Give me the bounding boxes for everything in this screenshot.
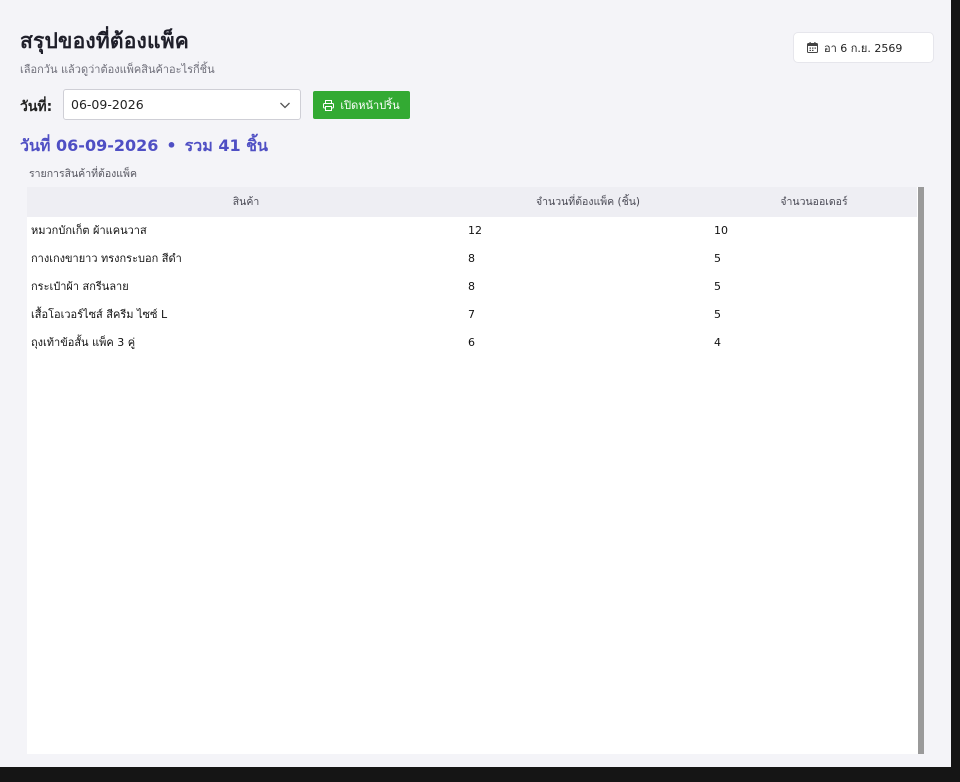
current-date-chip: อา 6 ก.ย. 2569	[793, 32, 934, 63]
current-date-text: อา 6 ก.ย. 2569	[824, 41, 903, 55]
table-header: สินค้า จำนวนที่ต้องแพ็ค (ชิ้น) จำนวนออเด…	[27, 187, 917, 217]
table-row[interactable]: หมวกบักเก็ต ผ้าแคนวาส 12 10	[27, 217, 917, 245]
summary-date: วันที่ 06-09-2026	[20, 136, 159, 155]
column-header-product[interactable]: สินค้า	[27, 187, 465, 217]
packing-table: สินค้า จำนวนที่ต้องแพ็ค (ชิ้น) จำนวนออเด…	[27, 187, 924, 754]
summary-heading: วันที่ 06-09-2026 • รวม 41 ชิ้น	[20, 134, 268, 159]
app-window: สรุปของที่ต้องแพ็ค เลือกวัน แล้วดูว่าต้อ…	[0, 0, 951, 767]
product-cell: ถุงเท้าข้อสั้น แพ็ค 3 คู่	[31, 336, 136, 349]
qty-cell: 8	[468, 252, 475, 265]
qty-cell: 6	[468, 336, 475, 349]
printer-icon	[323, 99, 335, 111]
calendar-icon	[807, 42, 818, 53]
date-select[interactable]: 06-09-2026	[63, 89, 301, 120]
table-body: หมวกบักเก็ต ผ้าแคนวาส 12 10 กางเกงขายาว …	[27, 217, 917, 357]
open-print-page-button[interactable]: เปิดหน้าปริ้น	[313, 91, 410, 119]
orders-cell: 5	[714, 252, 721, 265]
page-title: สรุปของที่ต้องแพ็ค	[20, 29, 190, 53]
table-row[interactable]: กางเกงขายาว ทรงกระบอก สีดำ 8 5	[27, 245, 917, 273]
date-select-value: 06-09-2026	[71, 97, 144, 112]
product-cell: กางเกงขายาว ทรงกระบอก สีดำ	[31, 252, 182, 265]
product-cell: กระเป๋าผ้า สกรีนลาย	[31, 280, 129, 293]
summary-total: รวม 41 ชิ้น	[184, 136, 268, 155]
orders-cell: 4	[714, 336, 721, 349]
qty-cell: 12	[468, 224, 482, 237]
table-row[interactable]: เสื้อโอเวอร์ไซส์ สีครีม ไซซ์ L 7 5	[27, 301, 917, 329]
orders-cell: 5	[714, 280, 721, 293]
date-label: วันที่:	[20, 99, 53, 115]
orders-cell: 5	[714, 308, 721, 321]
print-button-label: เปิดหน้าปริ้น	[340, 100, 400, 112]
column-header-orders[interactable]: จำนวนออเดอร์	[711, 187, 917, 217]
product-cell: เสื้อโอเวอร์ไซส์ สีครีม ไซซ์ L	[31, 308, 168, 321]
page-subtitle: เลือกวัน แล้วดูว่าต้องแพ็คสินค้าอะไรกี่ช…	[20, 63, 215, 76]
chevron-down-icon	[279, 99, 291, 111]
table-scrollbar[interactable]	[918, 187, 924, 754]
qty-cell: 7	[468, 308, 475, 321]
table-row[interactable]: กระเป๋าผ้า สกรีนลาย 8 5	[27, 273, 917, 301]
product-cell: หมวกบักเก็ต ผ้าแคนวาส	[31, 224, 147, 237]
table-caption: รายการสินค้าที่ต้องแพ็ค	[29, 168, 137, 180]
column-header-qty[interactable]: จำนวนที่ต้องแพ็ค (ชิ้น)	[465, 187, 711, 217]
orders-cell: 10	[714, 224, 728, 237]
summary-separator: •	[166, 136, 177, 155]
qty-cell: 8	[468, 280, 475, 293]
table-row[interactable]: ถุงเท้าข้อสั้น แพ็ค 3 คู่ 6 4	[27, 329, 917, 357]
